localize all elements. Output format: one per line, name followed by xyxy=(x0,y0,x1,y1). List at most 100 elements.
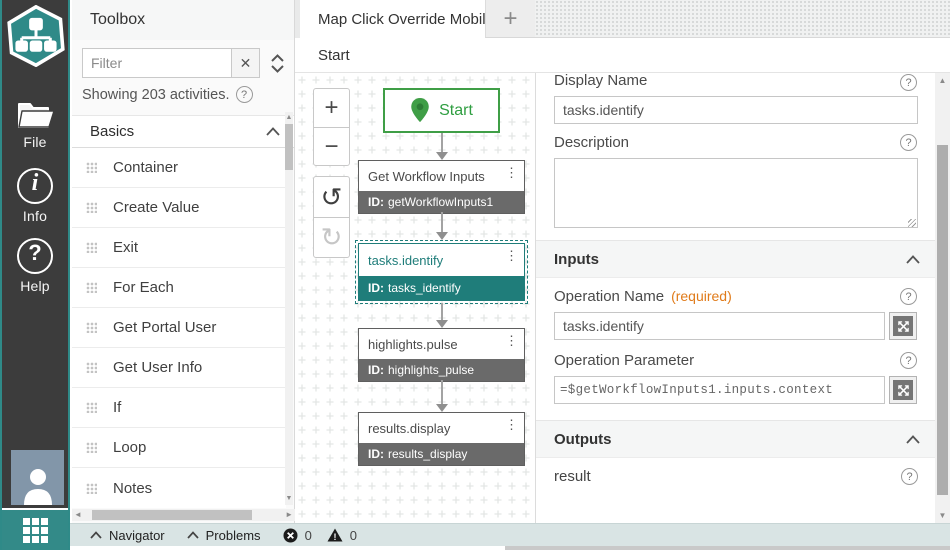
drag-handle-icon[interactable] xyxy=(86,322,97,333)
plus-icon: + xyxy=(503,4,518,32)
node-results-display[interactable]: results.display ⋮ ID: results_display xyxy=(358,412,525,466)
output-row-result: result ? xyxy=(554,468,918,485)
node-title: results.display xyxy=(368,420,451,436)
toolbox-vertical-scrollbar[interactable]: ▲ ▼ xyxy=(285,112,293,505)
scrollbar-thumb[interactable] xyxy=(285,124,293,170)
node-tasks-identify-selected[interactable]: tasks.identify ⋮ ID: tasks_identify xyxy=(355,240,528,304)
toolbox-item-create-value[interactable]: Create Value xyxy=(72,188,286,228)
scroll-up-icon[interactable]: ▲ xyxy=(285,113,293,123)
help-icon[interactable]: ? xyxy=(235,86,253,103)
rail-item-file[interactable]: File xyxy=(2,98,68,152)
zoom-in-button[interactable]: + xyxy=(314,89,349,127)
section-header-inputs[interactable]: Inputs xyxy=(536,240,935,278)
kebab-menu-icon[interactable]: ⋮ xyxy=(505,248,518,264)
rail-item-label: Info xyxy=(22,208,48,224)
expression-editor-button[interactable] xyxy=(889,376,917,404)
user-avatar[interactable] xyxy=(11,450,64,505)
flow-edge xyxy=(441,133,443,152)
person-icon xyxy=(23,469,52,505)
app-launcher-button[interactable] xyxy=(2,510,68,550)
toolbox-item-loop[interactable]: Loop xyxy=(72,428,286,468)
toolbox-panel: Toolbox ✕ Showing 203 activities. ? Basi… xyxy=(72,0,295,550)
problems-toggle[interactable]: Problems xyxy=(187,528,261,543)
toolbox-item-exit[interactable]: Exit xyxy=(72,228,286,268)
operation-parameter-label: Operation Parameter xyxy=(554,352,695,369)
arrowhead-icon xyxy=(436,232,448,240)
navigator-toggle[interactable]: Navigator xyxy=(90,528,165,543)
toolbox-item-label: Get Portal User xyxy=(113,319,217,336)
drag-handle-icon[interactable] xyxy=(86,162,97,173)
zoom-out-button[interactable]: − xyxy=(314,127,349,165)
scrollbar-thumb[interactable] xyxy=(92,510,252,520)
drag-handle-icon[interactable] xyxy=(86,242,97,253)
help-icon[interactable]: ? xyxy=(900,74,917,91)
operation-parameter-input[interactable] xyxy=(554,376,885,404)
drag-handle-icon[interactable] xyxy=(86,482,97,494)
chevron-up-icon xyxy=(187,531,199,539)
operation-name-input[interactable] xyxy=(554,312,885,340)
node-tasks-identify[interactable]: tasks.identify ⋮ ID: tasks_identify xyxy=(358,243,525,301)
scroll-left-icon[interactable]: ◄ xyxy=(74,509,82,521)
toolbox-horizontal-scrollbar[interactable]: ◄ ► xyxy=(72,509,295,521)
node-id: getWorkflowInputs1 xyxy=(388,195,494,209)
toolbox-item-if[interactable]: If xyxy=(72,388,286,428)
section-header-outputs[interactable]: Outputs xyxy=(536,420,935,458)
toolbox-item-label: Notes xyxy=(113,479,153,497)
node-start[interactable]: Start xyxy=(383,88,500,133)
toolbox-item-get-portal-user[interactable]: Get Portal User xyxy=(72,308,286,348)
toolbox-item-container[interactable]: Container xyxy=(72,148,286,188)
description-textarea[interactable] xyxy=(554,158,918,228)
clear-filter-button[interactable]: ✕ xyxy=(231,49,259,77)
section-header-basics[interactable]: Basics xyxy=(72,115,294,148)
tab-bar-filler xyxy=(535,0,950,38)
expand-collapse-all-button[interactable] xyxy=(268,51,287,76)
chevron-up-icon[interactable] xyxy=(266,127,280,136)
drag-handle-icon[interactable] xyxy=(86,402,97,413)
tab-map-click-override-mobile[interactable]: Map Click Override Mobile ✕ xyxy=(300,0,514,38)
drag-handle-icon[interactable] xyxy=(86,362,97,373)
redo-button[interactable]: ↻ xyxy=(314,217,349,257)
node-get-workflow-inputs[interactable]: Get Workflow Inputs ⋮ ID: getWorkflowInp… xyxy=(358,160,525,214)
help-icon[interactable]: ? xyxy=(900,288,917,305)
new-tab-button[interactable]: + xyxy=(485,0,535,38)
toolbox-item-for-each[interactable]: For Each xyxy=(72,268,286,308)
scroll-down-icon[interactable]: ▼ xyxy=(285,494,293,504)
drag-handle-icon[interactable] xyxy=(86,442,97,453)
arrowhead-icon xyxy=(436,320,448,328)
properties-vertical-scrollbar[interactable]: ▲ ▼ xyxy=(935,73,950,523)
kebab-menu-icon[interactable]: ⋮ xyxy=(505,333,518,349)
chevron-down-icon xyxy=(271,64,284,73)
breadcrumb-start[interactable]: Start xyxy=(318,47,350,64)
toolbox-item-get-user-info[interactable]: Get User Info xyxy=(72,348,286,388)
help-icon[interactable]: ? xyxy=(901,468,918,485)
error-count: 0 xyxy=(304,527,312,543)
help-icon[interactable]: ? xyxy=(900,352,917,369)
toolbox-filter-row: ✕ xyxy=(82,48,286,78)
scrollbar-thumb[interactable] xyxy=(937,145,948,495)
node-id: tasks_identify xyxy=(388,281,461,295)
chevron-up-icon[interactable] xyxy=(906,254,920,264)
drag-handle-icon[interactable] xyxy=(86,282,97,293)
undo-button[interactable]: ↺ xyxy=(314,177,349,217)
horizontal-scrollbar-thumb[interactable] xyxy=(505,546,950,550)
kebab-menu-icon[interactable]: ⋮ xyxy=(505,165,518,181)
chevron-up-icon[interactable] xyxy=(906,434,920,444)
rail-item-help[interactable]: ? Help xyxy=(2,238,68,296)
rail-item-info[interactable]: i Info xyxy=(2,168,68,226)
filter-input[interactable] xyxy=(83,49,231,77)
chevron-up-icon xyxy=(271,53,284,62)
workflow-canvas[interactable]: + − ↺ ↻ Start Get Workflow Inputs ⋮ ID: … xyxy=(295,73,535,523)
drag-handle-icon[interactable] xyxy=(86,202,97,213)
bottom-edge-strip xyxy=(70,546,950,550)
expression-editor-button[interactable] xyxy=(889,312,917,340)
grid-icon xyxy=(22,517,48,543)
node-highlights-pulse[interactable]: highlights.pulse ⋮ ID: highlights_pulse xyxy=(358,328,525,382)
scroll-down-icon[interactable]: ▼ xyxy=(935,511,950,520)
kebab-menu-icon[interactable]: ⋮ xyxy=(505,417,518,433)
display-name-input[interactable] xyxy=(554,96,918,124)
scroll-up-icon[interactable]: ▲ xyxy=(935,76,950,85)
scroll-right-icon[interactable]: ► xyxy=(285,509,293,521)
help-icon[interactable]: ? xyxy=(900,134,917,151)
toolbox-item-notes[interactable]: Notes xyxy=(72,468,286,508)
warning-count: 0 xyxy=(349,527,358,543)
